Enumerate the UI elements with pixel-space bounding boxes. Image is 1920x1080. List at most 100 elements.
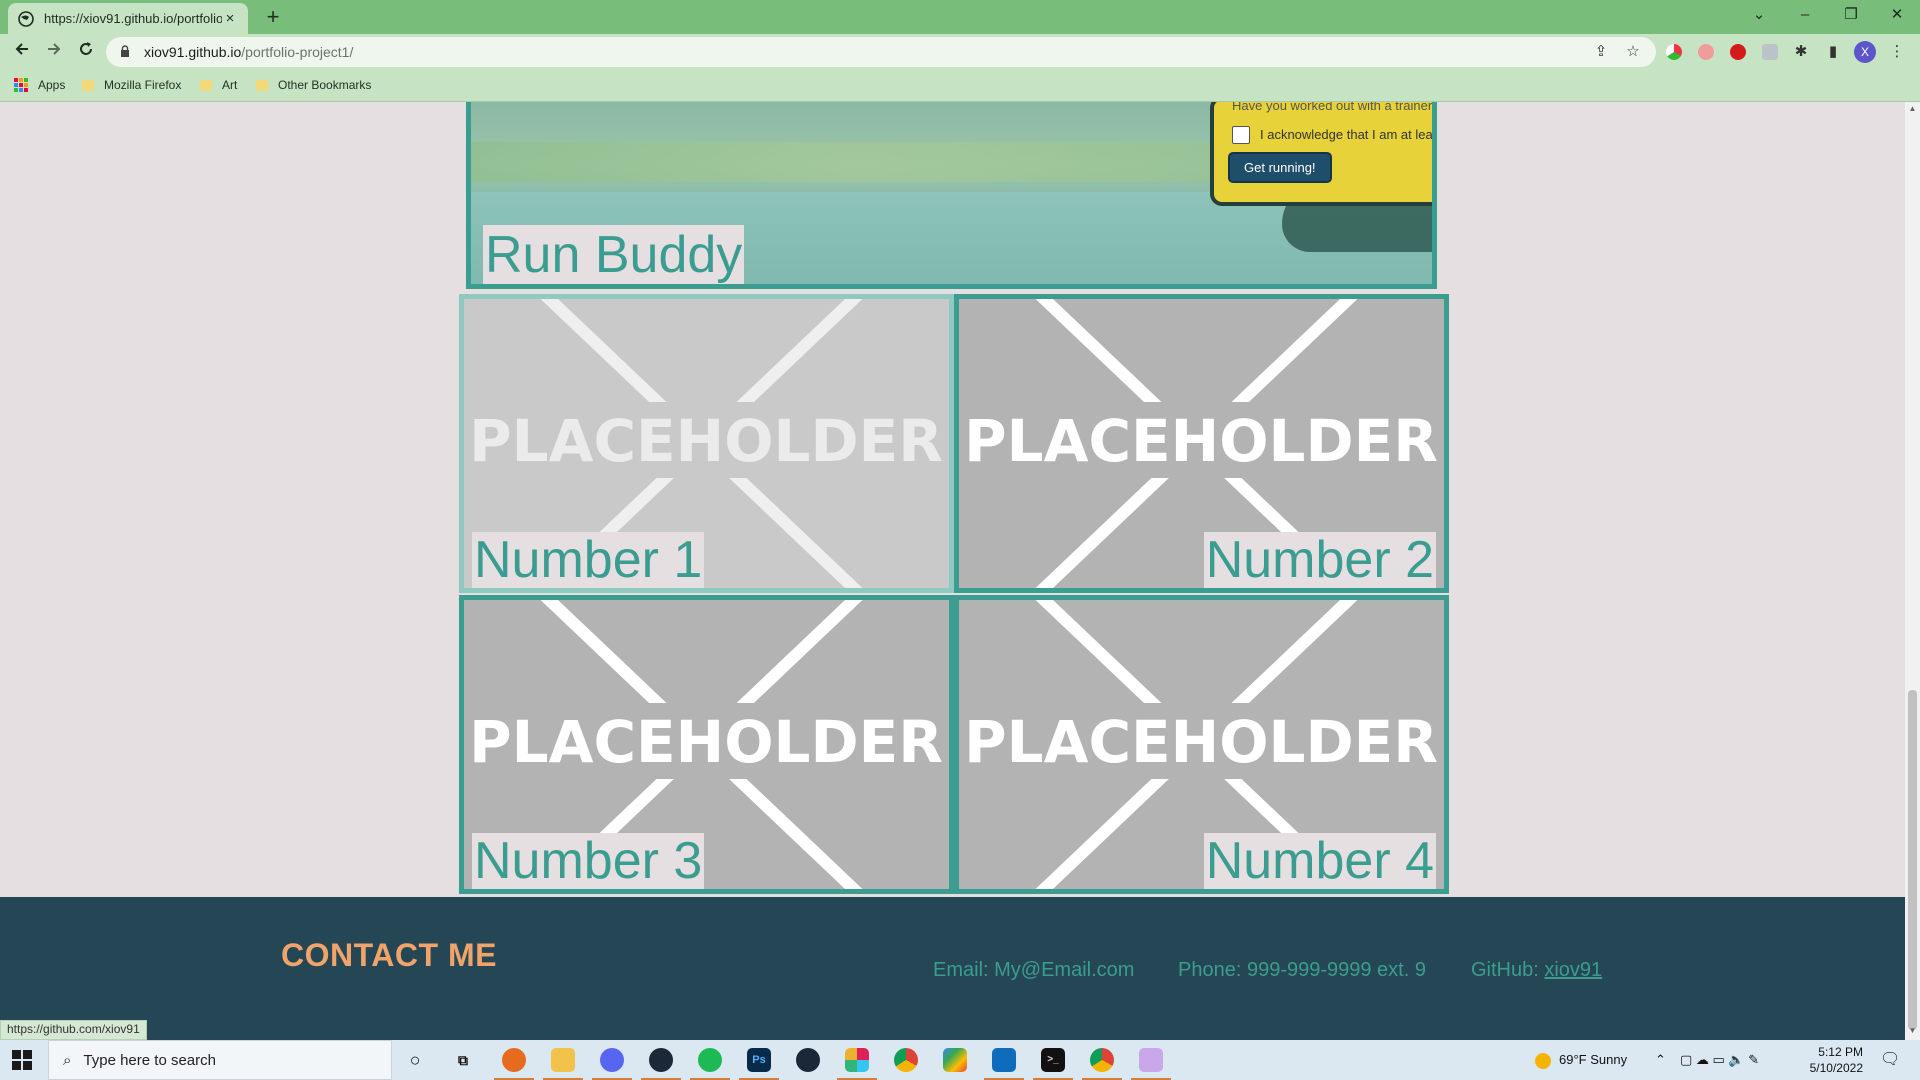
windows-start-icon[interactable] (12, 1050, 32, 1070)
arrow-left-icon (15, 43, 28, 55)
weather-text: 69°F Sunny (1559, 1052, 1628, 1067)
profile-avatar[interactable]: X (1854, 41, 1876, 63)
project-card-4[interactable]: PLACEHOLDER Number 4 (954, 595, 1449, 894)
modal-question: Have you worked out with a trainer (1232, 102, 1432, 113)
tray-chevron-icon[interactable]: ⌃ (1655, 1040, 1666, 1080)
file-explorer-icon[interactable] (543, 1048, 583, 1080)
photoshop-icon[interactable]: Ps (739, 1048, 779, 1080)
contact-footer: CONTACT ME Email: My@Email.com Phone: 99… (0, 897, 1905, 1040)
steam-icon[interactable] (641, 1048, 681, 1080)
discord-icon[interactable] (592, 1048, 632, 1080)
placeholder-text: PLACEHOLDER (469, 407, 943, 475)
close-window-button[interactable]: ✕ (1874, 0, 1920, 30)
spotify-icon[interactable] (690, 1048, 730, 1080)
card-label: Number 3 (472, 832, 705, 890)
forward-button[interactable] (42, 40, 66, 64)
taskbar-search[interactable]: ⌕ Type here to search (48, 1040, 392, 1080)
bookmark-apps[interactable]: Apps (14, 78, 65, 92)
url-host: xiov91.github.io (144, 44, 242, 60)
github-link[interactable]: xiov91 (1544, 959, 1602, 981)
puzzle-icon[interactable]: ✱ (1790, 41, 1812, 63)
extension-icon[interactable] (1762, 44, 1778, 60)
bookmark-label: Art (222, 78, 238, 92)
new-tab-button[interactable]: + (260, 4, 286, 30)
tray-icons[interactable]: ▢ ☁ ▭ 🔈 ✎ (1680, 1040, 1759, 1080)
contact-github: GitHub: xiov91 (1471, 959, 1602, 982)
bookmark-label: Other Bookmarks (278, 78, 372, 92)
adblock-icon[interactable] (1730, 44, 1746, 60)
scroll-thumb[interactable] (1908, 690, 1917, 1030)
slack-icon[interactable] (837, 1048, 877, 1080)
notification-icon[interactable]: 🗨 (1880, 1040, 1900, 1080)
card-label: Number 4 (1203, 832, 1436, 890)
address-bar[interactable]: xiov91.github.io /portfolio-project1/ (106, 37, 1656, 67)
close-tab-icon[interactable]: × (222, 10, 238, 27)
scroll-up-icon[interactable]: ▲ (1907, 104, 1918, 113)
scroll-down-icon[interactable]: ▼ (1907, 1026, 1918, 1035)
browser-tab[interactable]: https://xiov91.github.io/portfolio-proje… (8, 3, 248, 34)
modal-checkbox (1232, 126, 1250, 144)
star-icon[interactable]: ☆ (1622, 41, 1644, 63)
terminal-icon[interactable]: >_ (1033, 1048, 1073, 1080)
menu-icon[interactable]: ⋮ (1886, 41, 1908, 63)
tab-search-icon[interactable]: ⌄ (1736, 0, 1782, 30)
task-view-icon[interactable]: ⧉ (451, 1048, 475, 1072)
firefox-icon[interactable] (494, 1048, 534, 1080)
steam-icon[interactable] (796, 1048, 820, 1072)
browser-toolbar: xiov91.github.io /portfolio-project1/ ⇪ … (0, 34, 1920, 70)
reload-button[interactable] (74, 40, 98, 64)
card-label: Number 1 (472, 531, 705, 589)
contact-phone: Phone: 999-999-9999 ext. 9 (1178, 959, 1426, 981)
project-card-1[interactable]: PLACEHOLDER Number 1 (459, 294, 954, 593)
back-button[interactable] (10, 40, 34, 64)
taskbar-clock[interactable]: 5:12 PM 5/10/2022 (1793, 1044, 1863, 1076)
modal-acknowledge: I acknowledge that I am at least (1260, 127, 1432, 142)
search-icon: ⌕ (63, 1051, 72, 1069)
contact-email: Email: My@Email.com (933, 959, 1135, 981)
clock-time: 5:12 PM (1818, 1045, 1863, 1059)
windows-taskbar: ⌕ Type here to search ○ ⧉ Ps >_ 69°F Sun… (0, 1040, 1920, 1080)
bookmark-art[interactable]: Art (200, 78, 237, 92)
screenshot-modal: Have you worked out with a trainer I ack… (1210, 102, 1432, 206)
placeholder-text: PLACEHOLDER (964, 708, 1438, 776)
extension-icon[interactable] (1666, 44, 1682, 60)
search-placeholder: Type here to search (83, 1051, 216, 1069)
chrome-icon[interactable] (894, 1048, 918, 1072)
app-icon[interactable] (943, 1048, 967, 1072)
cortana-icon[interactable]: ○ (403, 1048, 427, 1072)
page-scrollbar[interactable]: ▲ ▼ (1905, 102, 1920, 1040)
github-prefix: GitHub: (1471, 959, 1545, 981)
minimize-button[interactable]: – (1782, 0, 1828, 30)
placeholder-text: PLACEHOLDER (964, 407, 1438, 475)
folder-icon (82, 79, 94, 91)
tab-title: https://xiov91.github.io/portfolio-proje… (44, 11, 222, 26)
lock-icon (120, 44, 136, 60)
bookmarks-bar: Apps Mozilla Firefox Art Other Bookmarks (0, 70, 1920, 102)
modal-button: Get running! (1228, 152, 1332, 183)
folder-icon (256, 79, 268, 91)
paint-icon[interactable] (1131, 1048, 1171, 1080)
apps-grid-icon (14, 78, 28, 92)
card-label: Number 2 (1203, 531, 1436, 589)
vscode-icon[interactable] (984, 1048, 1024, 1080)
sun-icon (1535, 1052, 1551, 1069)
globe-icon (18, 10, 34, 27)
weather-widget[interactable]: 69°F Sunny (1535, 1040, 1627, 1080)
side-panel-icon[interactable]: ▮ (1822, 41, 1844, 63)
featured-project[interactable]: Have you worked out with a trainer I ack… (466, 102, 1437, 289)
clock-date: 5/10/2022 (1809, 1061, 1863, 1075)
link-status-bar: https://github.com/xiov91 (0, 1020, 147, 1040)
bookmark-other[interactable]: Other Bookmarks (256, 78, 371, 92)
bookmark-mozilla-firefox[interactable]: Mozilla Firefox (82, 78, 181, 92)
share-icon[interactable]: ⇪ (1590, 41, 1612, 63)
extension-icon[interactable] (1698, 44, 1714, 60)
arrow-right-icon (48, 43, 61, 55)
contact-heading: CONTACT ME (281, 937, 497, 973)
chrome-icon[interactable] (1082, 1048, 1122, 1080)
page-viewport: Have you worked out with a trainer I ack… (0, 102, 1905, 1040)
restore-button[interactable]: ❐ (1828, 0, 1874, 30)
project-card-3[interactable]: PLACEHOLDER Number 3 (459, 595, 954, 894)
bookmark-label: Mozilla Firefox (104, 78, 182, 92)
folder-icon (200, 79, 212, 91)
project-card-2[interactable]: PLACEHOLDER Number 2 (954, 294, 1449, 593)
